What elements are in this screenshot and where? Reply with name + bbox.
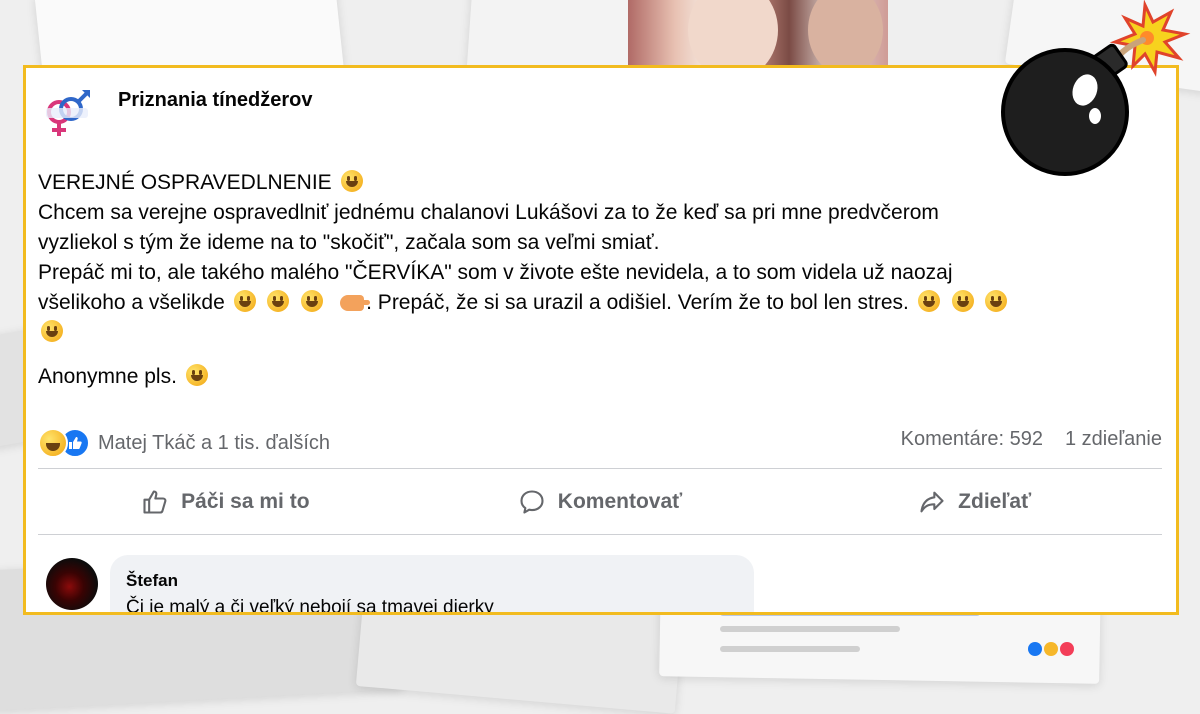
comment-bubble: Štefan Či je malý a či veľký nebojí sa t… — [110, 555, 754, 615]
share-count[interactable]: 1 zdieľanie — [1065, 428, 1162, 451]
bomb-sticker-icon — [1001, 0, 1191, 176]
post-line: Chcem sa verejne ospravedlniť jednému ch… — [38, 201, 939, 224]
post-line: Anonymne pls. — [38, 362, 1148, 392]
smile-emoji-icon — [41, 320, 63, 342]
reactions-right: Komentáre: 592 1 zdieľanie — [901, 428, 1162, 451]
reactor-names[interactable]: Matej Tkáč a 1 tis. ďalších — [98, 432, 330, 455]
like-button[interactable]: Páči sa mi to — [38, 473, 413, 531]
share-label: Zdieľať — [958, 490, 1032, 513]
smile-emoji-icon — [301, 290, 324, 312]
post-header — [38, 84, 96, 142]
post-line: VEREJNÉ OSPRAVEDLNENIE — [38, 168, 1148, 198]
share-arrow-icon — [920, 491, 944, 513]
smile-emoji-icon — [951, 290, 974, 312]
post-line: Prepáč mi to, ale takého malého "ČERVÍKA… — [38, 261, 953, 284]
background-reactions — [1028, 642, 1074, 656]
like-label: Páči sa mi to — [181, 490, 310, 513]
comment-bubble-icon — [520, 490, 544, 514]
post-line-segment: . Prepáč, že si sa urazil a odišiel. Ver… — [366, 291, 909, 314]
commenter-avatar[interactable] — [46, 558, 98, 610]
haha-reaction-icon — [38, 428, 68, 458]
share-button[interactable]: Zdieľať — [787, 473, 1162, 531]
thumbs-up-icon — [143, 490, 167, 514]
smile-emoji-icon — [185, 364, 208, 386]
post-title: VEREJNÉ OSPRAVEDLNENIE — [38, 171, 332, 194]
smile-emoji-icon — [985, 290, 1008, 312]
page-name[interactable]: Priznania tínedžerov — [118, 89, 313, 112]
smile-emoji-icon — [917, 290, 940, 312]
post-signoff: Anonymne pls. — [38, 365, 177, 388]
divider — [38, 468, 1162, 469]
background-photo — [628, 0, 888, 66]
smile-emoji-icon — [267, 290, 290, 312]
post-text: VEREJNÉ OSPRAVEDLNENIE Chcem sa verejne … — [38, 168, 1148, 392]
reactions-summary: Matej Tkáč a 1 tis. ďalších Komentáre: 5… — [38, 428, 1162, 458]
post-line: vyzliekol s tým že ideme na to "skočiť",… — [38, 231, 660, 254]
post-line — [38, 318, 1148, 348]
reactions-left[interactable]: Matej Tkáč a 1 tis. ďalších — [38, 428, 330, 458]
background-comment-lines — [720, 610, 1080, 662]
pointing-hand-emoji-icon — [340, 295, 371, 311]
comment-label: Komentovať — [557, 490, 683, 513]
comment-count[interactable]: Komentáre: 592 — [901, 428, 1043, 451]
comment-button[interactable]: Komentovať — [413, 473, 788, 531]
post-line-segment: všelikoho a všelikde — [38, 291, 225, 314]
smile-emoji-icon — [233, 290, 256, 312]
post-actions: Páči sa mi to Komentovať Zdieľať — [38, 473, 1162, 531]
post-line: všelikoho a všelikde . Prepáč, že si sa … — [38, 288, 1148, 318]
comment-text: Či je malý a či veľký nebojí sa tmavej d… — [126, 597, 494, 615]
divider — [38, 534, 1162, 535]
page-avatar[interactable] — [38, 84, 96, 142]
smile-emoji-icon — [340, 170, 363, 192]
comment-author[interactable]: Štefan — [126, 571, 178, 591]
